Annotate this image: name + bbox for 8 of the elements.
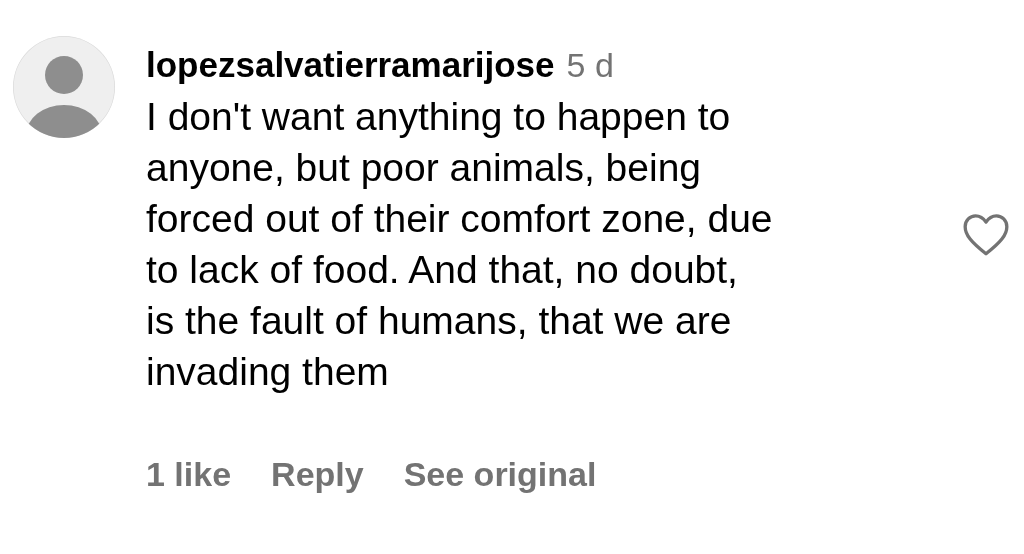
comment-time: 5 d [566, 45, 614, 86]
likes-count-link[interactable]: 1 like [146, 449, 232, 500]
username[interactable]: lopezsalvatierramarijose [146, 41, 555, 89]
reply-link[interactable]: Reply [271, 449, 364, 500]
avatar-icon [12, 35, 116, 139]
see-original-link[interactable]: See original [403, 449, 597, 500]
like-heart-icon[interactable] [961, 211, 1011, 257]
comment-text: I don't want anything to happen to anyone, but poor animals, being forced out of their comfort zone, due to lack of food. And that, no doubt, is the fault of humans, that we are invading them [146, 94, 774, 395]
